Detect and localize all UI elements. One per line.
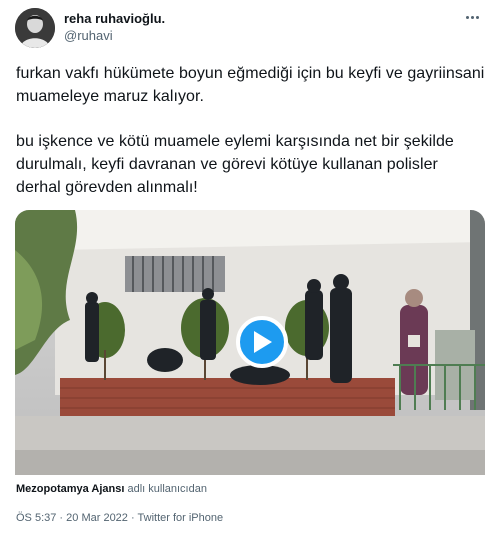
tweet: reha ruhavioğlu. @ruhavi furkan vakfı hü… — [0, 0, 499, 540]
attribution-suffix: adlı kullanıcıdan — [127, 483, 207, 495]
attribution-source[interactable]: Mezopotamya Ajansı — [16, 483, 124, 495]
more-dots-icon[interactable] — [461, 10, 483, 24]
author-handle[interactable]: @ruhavi — [64, 27, 165, 44]
play-icon — [254, 331, 272, 353]
video-player[interactable] — [15, 210, 485, 475]
meta-separator: · — [130, 512, 135, 524]
play-button[interactable] — [236, 316, 288, 368]
tweet-date[interactable]: 20 Mar 2022 — [66, 512, 128, 524]
tweet-client[interactable]: Twitter for iPhone — [138, 512, 224, 524]
tweet-time[interactable]: ÖS 5:37 — [16, 512, 56, 524]
media-attribution: Mezopotamya Ajansı adlı kullanıcıdan — [16, 482, 207, 496]
meta-separator: · — [59, 512, 64, 524]
author-block: reha ruhavioğlu. @ruhavi — [64, 10, 165, 44]
tweet-text: furkan vakfı hükümete boyun eğmediği içi… — [16, 62, 486, 199]
tweet-paragraph-1: furkan vakfı hükümete boyun eğmediği içi… — [16, 65, 485, 105]
avatar[interactable] — [15, 8, 55, 48]
tweet-paragraph-2: bu işkence ve kötü muamele eylemi karşıs… — [16, 133, 454, 196]
tweet-meta: ÖS 5:37 · 20 Mar 2022 · Twitter for iPho… — [16, 511, 223, 525]
author-display-name[interactable]: reha ruhavioğlu. — [64, 10, 165, 27]
